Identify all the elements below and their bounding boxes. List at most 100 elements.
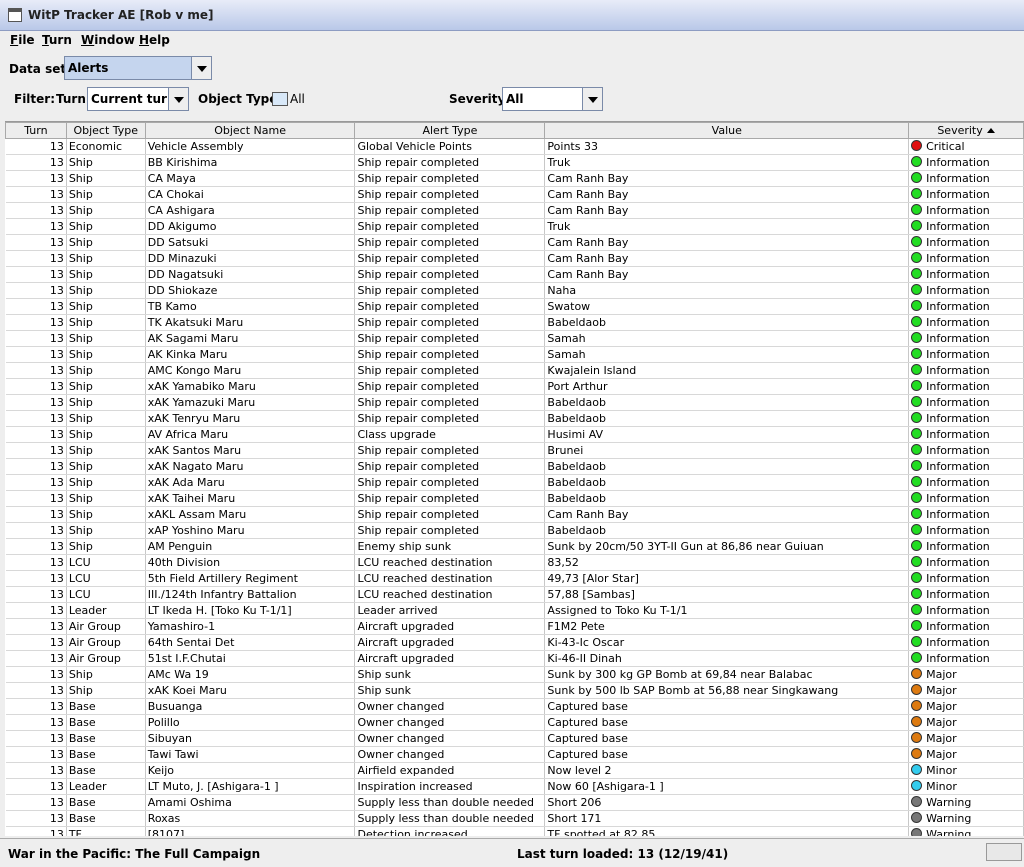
severity-text: Information (926, 652, 990, 665)
table-row[interactable]: 13 Base Busuanga Owner changed Captured base… (5, 698, 1024, 715)
table-row[interactable]: 13 Air Group 64th Sentai Det Aircraft upgra… (5, 634, 1024, 651)
table-row[interactable]: 13 Ship DD Satsuki Ship repair completed Cam… (5, 234, 1024, 251)
object-type-value[interactable]: All (290, 92, 305, 106)
turn-filter-label: Turn: (56, 92, 91, 106)
cell-value: Babeldaob (544, 410, 910, 427)
table-row[interactable]: 13 Economic Vehicle Assembly Global Vehicle… (5, 138, 1024, 155)
table-row[interactable]: 13 Ship xAK Yamazuki Maru Ship repair compl… (5, 394, 1024, 411)
severity-dot-icon (911, 332, 923, 343)
severity-dot-icon (911, 188, 923, 199)
table-row[interactable]: 13 Ship BB Kirishima Ship repair completed T… (5, 154, 1024, 171)
chevron-down-icon[interactable] (168, 88, 188, 110)
column-header-turn[interactable]: Turn (5, 122, 67, 139)
severity-text: Major (926, 732, 957, 745)
table-row[interactable]: 13 LCU 40th Division LCU reached destinatio… (5, 554, 1024, 571)
table-row[interactable]: 13 Ship AV Africa Maru Class upgrade Husimi … (5, 426, 1024, 443)
table-row[interactable]: 13 Air Group 51st I.F.Chutai Aircraft upgra… (5, 650, 1024, 667)
cell-value: Port Arthur (544, 378, 910, 395)
chevron-down-icon[interactable] (582, 88, 602, 110)
table-row[interactable]: 13 LCU 5th Field Artillery Regiment LCU rea… (5, 570, 1024, 587)
cell-alert-type: Ship repair completed (354, 378, 546, 395)
table-row[interactable]: 13 Base Keijo Airfield expanded Now level 2 M… (5, 762, 1024, 779)
cell-object-name: DD Shiokaze (145, 282, 356, 299)
cell-alert-type: Supply less than double needed (354, 810, 546, 827)
cell-object-name: 51st I.F.Chutai (145, 650, 356, 667)
cell-turn: 13 (5, 618, 67, 635)
cell-object-name: Tawi Tawi (145, 746, 356, 763)
table-row[interactable]: 13 Ship AK Kinka Maru Ship repair completed… (5, 346, 1024, 363)
menu-window[interactable]: Window (81, 33, 135, 47)
menu-turn[interactable]: Turn (42, 33, 72, 47)
table-row[interactable]: 13 Ship DD Nagatsuki Ship repair completed C… (5, 266, 1024, 283)
column-header-object-type[interactable]: Object Type (65, 122, 146, 139)
cell-alert-type: Leader arrived (354, 602, 546, 619)
table-row[interactable]: 13 Ship xAKL Assam Maru Ship repair complet… (5, 506, 1024, 523)
severity-text: Information (926, 220, 990, 233)
cell-value: Short 171 (544, 810, 910, 827)
cell-turn: 13 (5, 682, 67, 699)
table-row[interactable]: 13 Ship xAK Koei Maru Ship sunk Sunk by 500 … (5, 682, 1024, 699)
column-header-severity[interactable]: Severity (908, 122, 1024, 139)
title-bar[interactable]: WitP Tracker AE [Rob v me] (0, 0, 1024, 31)
cell-object-name: BB Kirishima (145, 154, 356, 171)
table-row[interactable]: 13 Ship CA Chokai Ship repair completed Cam … (5, 186, 1024, 203)
cell-alert-type: Aircraft upgraded (354, 618, 546, 635)
severity-dot-icon (911, 412, 923, 423)
table-row[interactable]: 13 Ship xAK Ada Maru Ship repair completed B… (5, 474, 1024, 491)
table-row[interactable]: 13 Ship TB Kamo Ship repair completed Swatow… (5, 298, 1024, 315)
chevron-down-icon[interactable] (191, 57, 211, 79)
table-row[interactable]: 13 Ship AM Penguin Enemy ship sunk Sunk by 2… (5, 538, 1024, 555)
table-row[interactable]: 13 Ship DD Shiokaze Ship repair completed Na… (5, 282, 1024, 299)
cell-object-name: xAK Yamabiko Maru (145, 378, 356, 395)
table-row[interactable]: 13 Ship xAK Nagato Maru Ship repair complet… (5, 458, 1024, 475)
cell-object-type: Ship (66, 154, 146, 171)
table-row[interactable]: 13 Base Roxas Supply less than double neede… (5, 810, 1024, 827)
table-row[interactable]: 13 Ship CA Maya Ship repair completed Cam Ra… (5, 170, 1024, 187)
table-row[interactable]: 13 Ship TK Akatsuki Maru Ship repair comple… (5, 314, 1024, 331)
table-row[interactable]: 13 Ship xAP Yoshino Maru Ship repair comple… (5, 522, 1024, 539)
table-row[interactable]: 13 Leader LT Ikeda H. [Toko Ku T-1/1] Leade… (5, 602, 1024, 619)
cell-object-name: Sibuyan (145, 730, 356, 747)
menu-file[interactable]: File (10, 33, 35, 47)
table-row[interactable]: 13 Air Group Yamashiro-1 Aircraft upgraded F… (5, 618, 1024, 635)
severity-select[interactable]: All (502, 87, 603, 111)
cell-object-type: Ship (66, 458, 146, 475)
alerts-table-container[interactable]: Turn Object Type Object Name Alert Type … (5, 121, 1024, 836)
cell-severity: Information (908, 202, 1024, 219)
table-row[interactable]: 13 Base Amami Oshima Supply less than doubl… (5, 794, 1024, 811)
object-type-filter-icon[interactable] (272, 92, 288, 106)
table-row[interactable]: 13 Base Sibuyan Owner changed Captured base M… (5, 730, 1024, 747)
table-row[interactable]: 13 Leader LT Muto, J. [Ashigara-1 ] Inspira… (5, 778, 1024, 795)
cell-severity: Information (908, 474, 1024, 491)
table-row[interactable]: 13 Ship xAK Taihei Maru Ship repair complet… (5, 490, 1024, 507)
table-row[interactable]: 13 Ship AMC Kongo Maru Ship repair complete… (5, 362, 1024, 379)
cell-value: Sunk by 500 lb SAP Bomb at 56,88 near Si… (544, 682, 910, 699)
table-row[interactable]: 13 LCU III./124th Infantry Battalion LCU re… (5, 586, 1024, 603)
severity-dot-icon (911, 540, 923, 551)
column-header-object-name[interactable]: Object Name (144, 122, 356, 139)
table-row[interactable]: 13 Ship DD Minazuki Ship repair completed Ca… (5, 250, 1024, 267)
column-header-alert-type[interactable]: Alert Type (354, 122, 546, 139)
table-row[interactable]: 13 Ship DD Akigumo Ship repair completed Tru… (5, 218, 1024, 235)
table-row[interactable]: 13 Ship xAK Yamabiko Maru Ship repair compl… (5, 378, 1024, 395)
table-row[interactable]: 13 Ship xAK Santos Maru Ship repair complet… (5, 442, 1024, 459)
cell-turn: 13 (5, 714, 67, 731)
menu-help[interactable]: Help (139, 33, 170, 47)
table-row[interactable]: 13 TF [8107] Detection increased TF spotted … (5, 826, 1024, 836)
cell-value: Sunk by 20cm/50 3YT-II Gun at 86,86 near… (544, 538, 910, 555)
cell-severity: Information (908, 554, 1024, 571)
table-row[interactable]: 13 Ship AMc Wa 19 Ship sunk Sunk by 300 kg G… (5, 666, 1024, 683)
table-row[interactable]: 13 Ship xAK Tenryu Maru Ship repair complet… (5, 410, 1024, 427)
column-header-value[interactable]: Value (544, 122, 910, 139)
cell-turn: 13 (5, 698, 67, 715)
severity-text: Information (926, 268, 990, 281)
cell-turn: 13 (5, 442, 67, 459)
table-row[interactable]: 13 Base Polillo Owner changed Captured base M… (5, 714, 1024, 731)
dataset-select[interactable]: Alerts (64, 56, 212, 80)
cell-severity: Information (908, 650, 1024, 667)
table-row[interactable]: 13 Base Tawi Tawi Owner changed Captured bas… (5, 746, 1024, 763)
turn-filter-select[interactable]: Current turn (87, 87, 189, 111)
severity-dot-icon (911, 444, 923, 455)
table-row[interactable]: 13 Ship CA Ashigara Ship repair completed Ca… (5, 202, 1024, 219)
table-row[interactable]: 13 Ship AK Sagami Maru Ship repair complete… (5, 330, 1024, 347)
